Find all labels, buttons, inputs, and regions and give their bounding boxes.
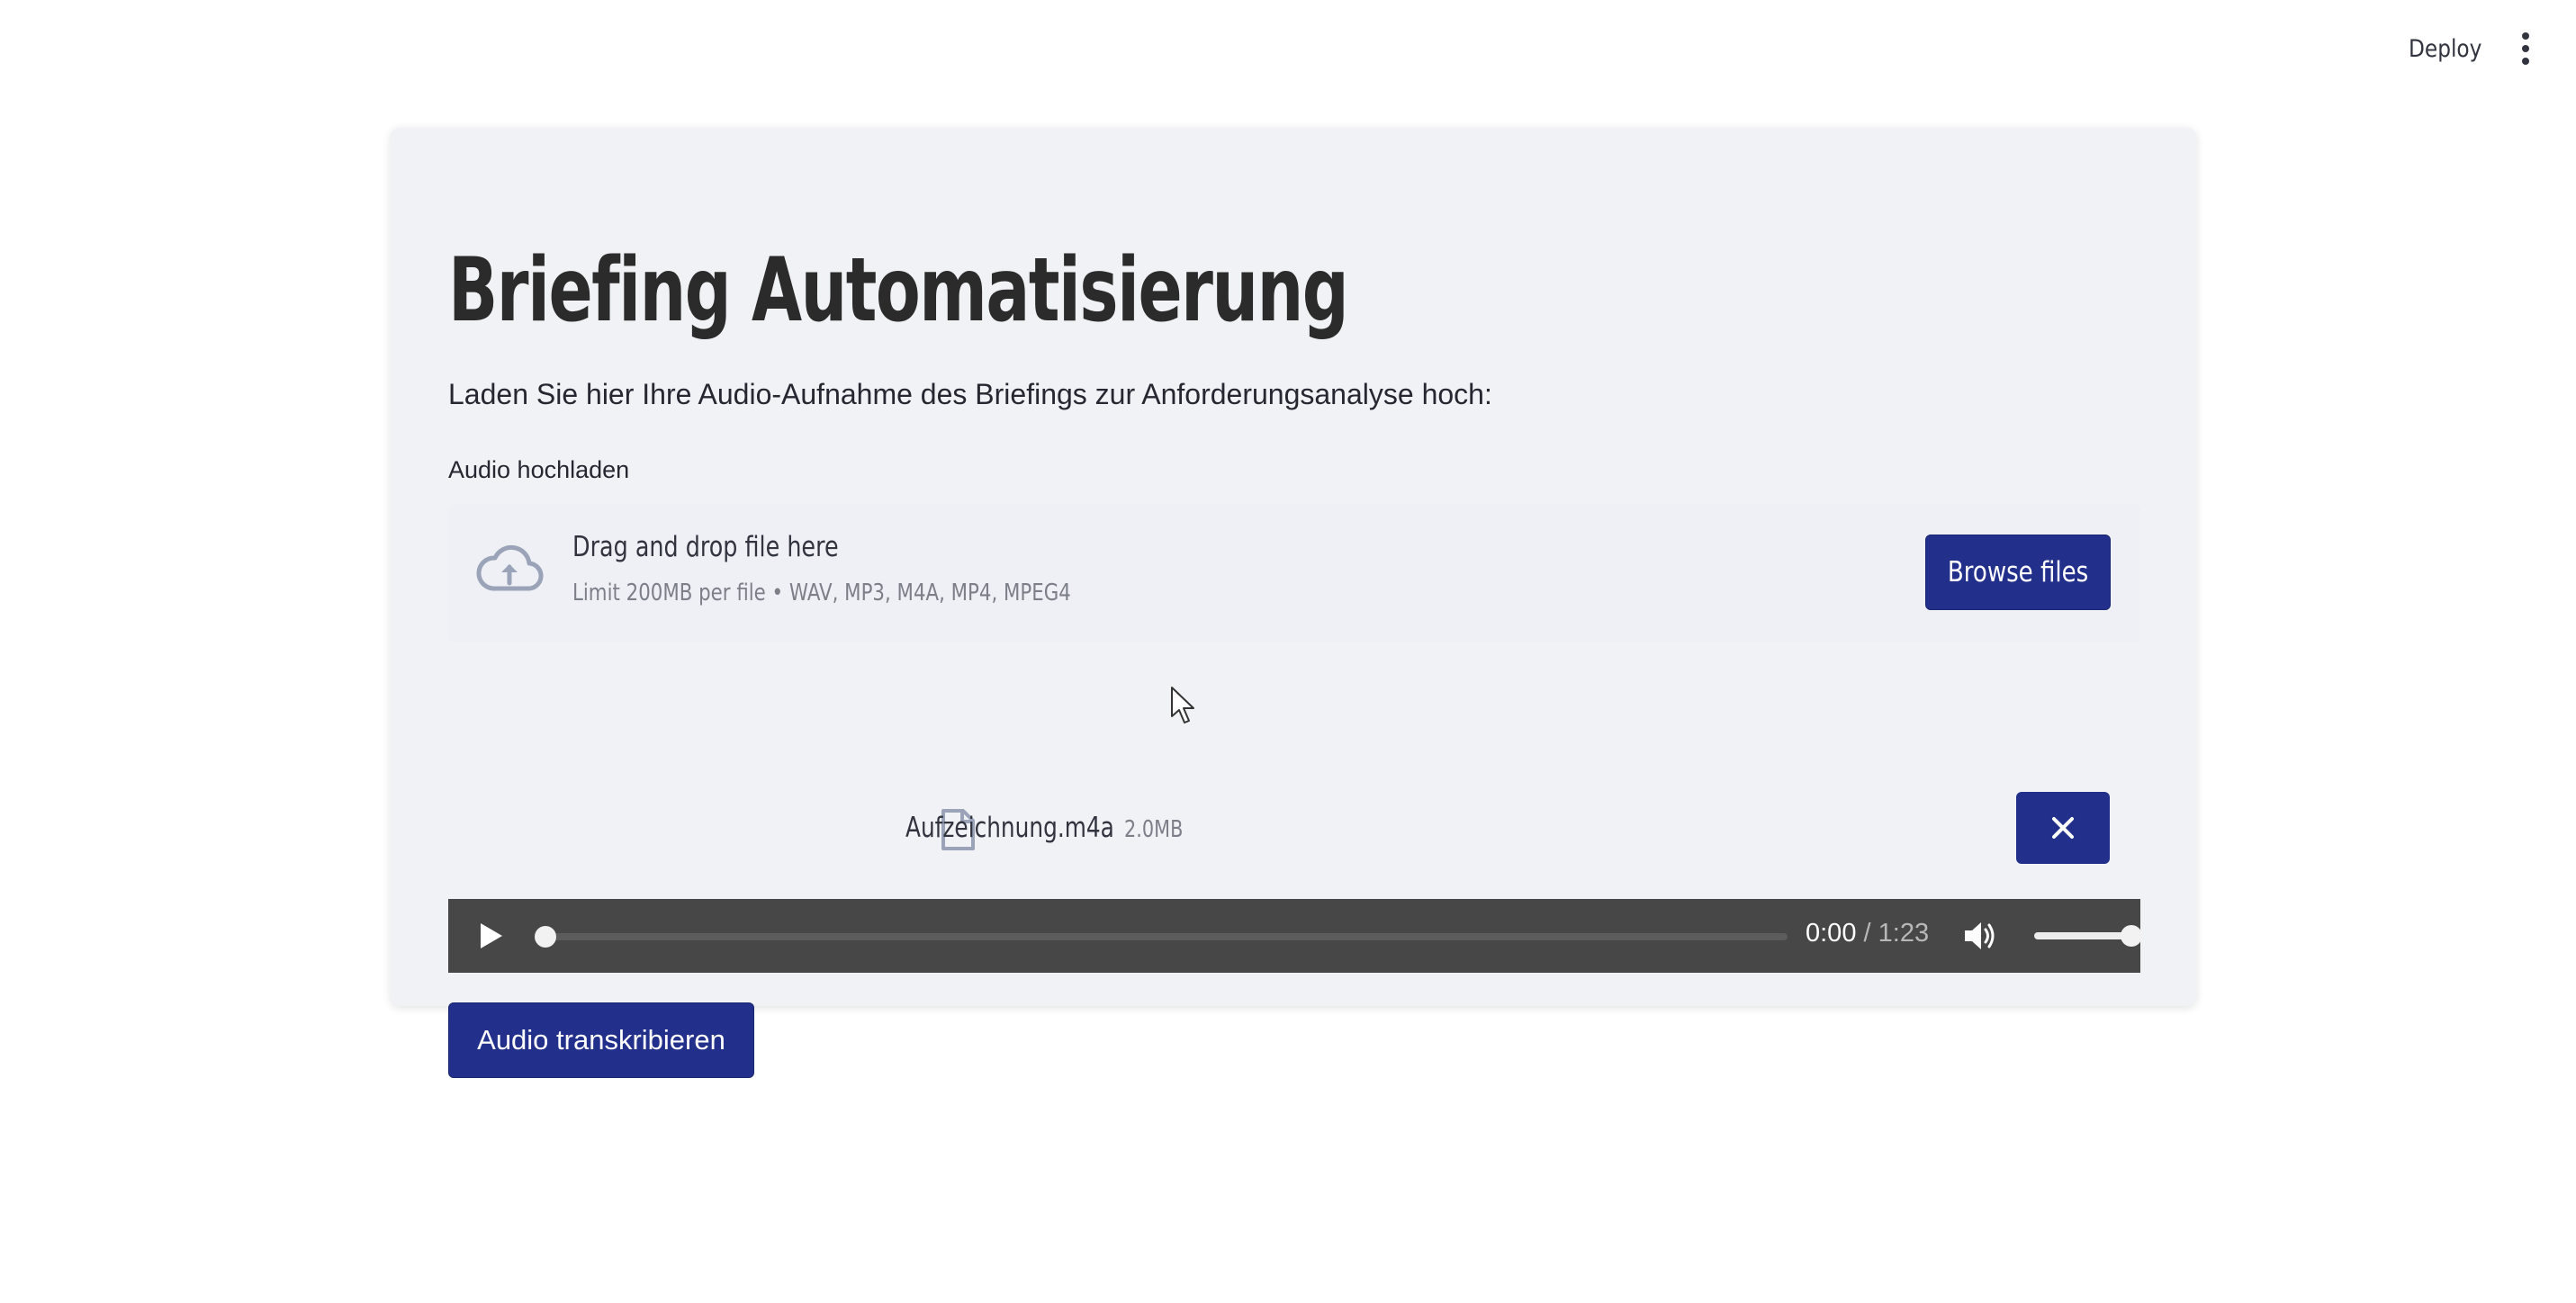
mouse-cursor-icon — [1171, 687, 1194, 723]
deploy-button[interactable]: Deploy — [2398, 27, 2492, 70]
transcribe-audio-button[interactable]: Audio transkribieren — [448, 1002, 754, 1078]
page-subtitle: Laden Sie hier Ihre Audio-Aufnahme des B… — [448, 378, 1492, 410]
close-icon — [2052, 817, 2074, 839]
vertical-dots-icon[interactable] — [2508, 27, 2544, 70]
file-dropzone[interactable]: Drag and drop file here Limit 200MB per … — [448, 504, 2140, 643]
volume-handle[interactable] — [2121, 925, 2142, 947]
duration: 1:23 — [1878, 919, 1930, 948]
dropzone-limit-text: Limit 200MB per file • WAV, MP3, M4A, MP… — [572, 580, 1071, 607]
file-size: 2.0MB — [1124, 816, 1184, 843]
current-time: 0:00 — [1806, 919, 1857, 948]
remove-file-button[interactable] — [2016, 792, 2110, 864]
time-separator: / — [1863, 919, 1871, 948]
audio-player: 0:00 / 1:23 — [448, 899, 2142, 973]
volume-slider[interactable] — [2034, 932, 2133, 939]
play-icon[interactable] — [475, 921, 506, 951]
cloud-upload-icon — [476, 544, 544, 591]
upload-label: Audio hochladen — [448, 456, 630, 483]
file-name-text: Aufzeichnung.m4a — [905, 812, 1114, 844]
time-display: 0:00 / 1:23 — [1806, 919, 1929, 948]
uploaded-file-row — [58, 660, 1750, 738]
browse-files-label: Browse files — [1947, 556, 2089, 589]
seek-bar[interactable] — [545, 933, 1788, 940]
main-card: Briefing Automatisierung Laden Sie hier … — [391, 128, 2196, 1006]
dropzone-title: Drag and drop file here — [572, 531, 839, 563]
volume-icon[interactable] — [1962, 919, 1996, 953]
page-title: Briefing Automatisierung — [448, 239, 1349, 342]
browse-files-button[interactable]: Browse files — [1925, 535, 2111, 610]
seek-handle[interactable] — [535, 926, 556, 948]
uploaded-file-name: Aufzeichnung.m4a 2.0MB — [905, 812, 1183, 844]
top-toolbar: Deploy — [0, 0, 2576, 97]
